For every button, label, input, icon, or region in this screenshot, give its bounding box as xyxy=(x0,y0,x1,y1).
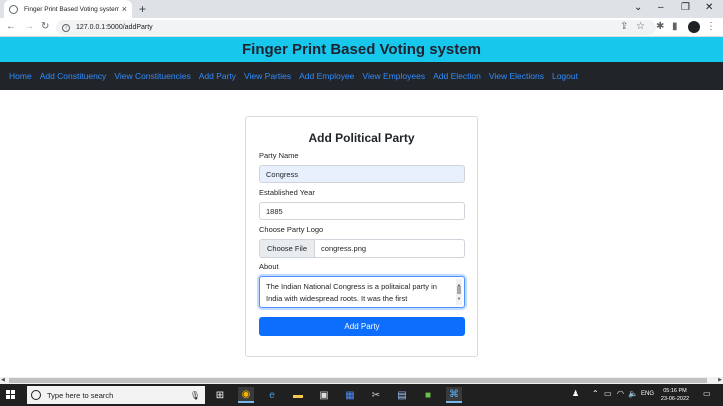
bookmark-star-icon[interactable]: ☆ xyxy=(636,21,645,32)
chevron-up-icon[interactable]: ⌃ xyxy=(592,389,599,398)
chosen-file-name: congress.png xyxy=(321,244,367,253)
browser-tabstrip: Finger Print Based Voting system × + ⌄ –… xyxy=(0,0,723,18)
minecraft-icon[interactable]: ■ xyxy=(420,387,436,403)
share-icon[interactable]: ⇪ xyxy=(620,21,628,32)
windows-taskbar: Type here to search 🎙 ⊞ ◉ e ▬ ▣ ▦ ✂ ▤ ■ … xyxy=(0,384,723,406)
people-icon[interactable]: ♟ xyxy=(572,389,579,398)
side-panel-icon[interactable]: ▮ xyxy=(672,21,678,32)
clock-date: 23-06-2022 xyxy=(660,396,690,402)
edge-icon[interactable]: e xyxy=(264,387,280,403)
extensions-icon[interactable]: ✱ xyxy=(656,21,664,32)
file-explorer-icon[interactable]: ▬ xyxy=(290,387,306,403)
party-name-label: Party Name xyxy=(259,151,299,160)
menu-icon[interactable]: ⋮ xyxy=(706,21,716,32)
forward-icon[interactable]: → xyxy=(24,21,34,32)
task-view-icon[interactable]: ⊞ xyxy=(212,387,228,403)
volume-icon[interactable]: 🔈 xyxy=(628,389,638,398)
address-bar[interactable]: i 127.0.0.1:5000/addParty xyxy=(56,20,656,35)
close-tab-icon[interactable]: × xyxy=(122,4,127,14)
nav-link-view-constituencies[interactable]: View Constituencies xyxy=(114,71,190,81)
navbar: Home Add Constituency View Constituencie… xyxy=(0,62,723,90)
site-info-icon[interactable]: i xyxy=(62,23,70,32)
url-text: 127.0.0.1:5000/addParty xyxy=(76,24,153,31)
notepad-icon[interactable]: ▤ xyxy=(394,387,410,403)
chrome-icon[interactable]: ◉ xyxy=(238,387,254,403)
nav-link-logout[interactable]: Logout xyxy=(552,71,578,81)
taskbar-clock[interactable]: 05:16 PM 23-06-2022 xyxy=(655,387,695,403)
profile-avatar[interactable] xyxy=(688,21,700,33)
notification-icon[interactable]: ▭ xyxy=(703,389,711,398)
about-text: The Indian National Congress is a polita… xyxy=(266,282,437,303)
browser-toolbar: ← → ↻ i 127.0.0.1:5000/addParty ⇪ ☆ ✱ ▮ … xyxy=(0,18,723,37)
about-textarea[interactable]: The Indian National Congress is a polita… xyxy=(259,276,465,308)
globe-icon xyxy=(9,4,18,14)
new-tab-icon[interactable]: + xyxy=(139,2,146,16)
python-editor-icon[interactable]: ⌘ xyxy=(446,387,462,403)
microphone-icon[interactable]: 🎙 xyxy=(190,391,200,400)
nav-link-add-constituency[interactable]: Add Constituency xyxy=(40,71,107,81)
established-year-label: Established Year xyxy=(259,188,315,197)
taskbar-search-placeholder: Type here to search xyxy=(47,390,114,400)
back-icon[interactable]: ← xyxy=(6,21,16,32)
reload-icon[interactable]: ↻ xyxy=(41,21,49,32)
windows-start-icon[interactable] xyxy=(6,390,16,400)
party-name-input[interactable]: Congress xyxy=(259,165,465,183)
nav-link-view-employees[interactable]: View Employees xyxy=(362,71,425,81)
established-year-input[interactable]: 1885 xyxy=(259,202,465,220)
nav-link-add-employee[interactable]: Add Employee xyxy=(299,71,354,81)
search-icon xyxy=(31,390,41,400)
wifi-icon[interactable]: ◠ xyxy=(617,389,624,398)
nav-link-view-elections[interactable]: View Elections xyxy=(489,71,544,81)
minimize-icon[interactable]: – xyxy=(658,2,664,13)
page-horizontal-scrollbar[interactable]: ◀ ▶ xyxy=(0,377,723,384)
party-logo-label: Choose Party Logo xyxy=(259,225,324,234)
tab-title: Finger Print Based Voting system xyxy=(24,5,119,13)
scroll-down-icon[interactable]: ▼ xyxy=(457,293,461,305)
clock-time: 05:16 PM xyxy=(663,388,687,394)
nav-link-view-parties[interactable]: View Parties xyxy=(244,71,291,81)
tab-search-icon[interactable]: ⌄ xyxy=(634,2,642,13)
horizontal-scroll-thumb[interactable] xyxy=(9,378,707,383)
restore-icon[interactable]: ❐ xyxy=(681,2,690,13)
battery-icon[interactable]: ▭ xyxy=(604,389,612,398)
textarea-scrollbar[interactable]: ▲ ▼ xyxy=(456,279,462,305)
add-party-button[interactable]: Add Party xyxy=(259,317,465,336)
nav-link-add-party[interactable]: Add Party xyxy=(199,71,236,81)
close-window-icon[interactable]: ✕ xyxy=(705,2,713,13)
app-title: Finger Print Based Voting system xyxy=(242,41,481,58)
app-header: Finger Print Based Voting system xyxy=(0,37,723,62)
scroll-right-icon[interactable]: ▶ xyxy=(718,377,722,383)
browser-tab[interactable]: Finger Print Based Voting system × xyxy=(4,0,132,18)
snipping-tool-icon[interactable]: ✂ xyxy=(368,387,384,403)
language-indicator[interactable]: ENG xyxy=(641,391,654,397)
form-title: Add Political Party xyxy=(308,131,415,145)
calendar-app-icon[interactable]: ▦ xyxy=(342,387,358,403)
nav-link-home[interactable]: Home xyxy=(9,71,32,81)
party-logo-file-input[interactable]: Choose File congress.png xyxy=(259,239,465,258)
about-label: About xyxy=(259,262,279,271)
scroll-left-icon[interactable]: ◀ xyxy=(1,377,5,383)
add-party-card: Add Political Party Party Name Congress … xyxy=(245,116,478,357)
nav-link-add-election[interactable]: Add Election xyxy=(433,71,481,81)
taskbar-search-box[interactable]: Type here to search 🎙 xyxy=(27,386,205,404)
store-icon[interactable]: ▣ xyxy=(316,387,332,403)
choose-file-button[interactable]: Choose File xyxy=(260,240,316,257)
